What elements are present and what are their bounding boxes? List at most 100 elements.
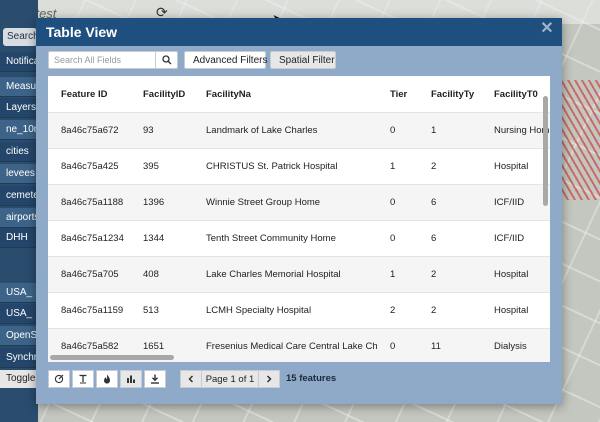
table-cell: Hospital bbox=[481, 256, 550, 293]
column-header[interactable]: Feature ID bbox=[48, 76, 130, 113]
table-cell: 2 bbox=[418, 292, 481, 329]
text-button[interactable] bbox=[72, 370, 94, 388]
table-cell: Lake Charles Memorial Hospital bbox=[193, 256, 377, 293]
attribute-table: Feature ID FacilityID FacilityNa Tier Facili… bbox=[48, 76, 550, 362]
table-row[interactable]: 8a46c75a672 93 Landmark of Lake Charles 0 1 N… bbox=[48, 112, 550, 149]
heatmap-button[interactable] bbox=[96, 370, 118, 388]
column-header[interactable]: FacilityNa bbox=[193, 76, 377, 113]
sidebar-item[interactable]: DHH bbox=[0, 228, 38, 248]
table-cell: 8a46c75a705 bbox=[48, 256, 130, 293]
table-cell: 395 bbox=[130, 148, 193, 185]
table-row[interactable]: 8a46c75a425 395 CHRISTUS St. Patrick Hospi… bbox=[48, 148, 550, 185]
table-cell: 8a46c75a672 bbox=[48, 112, 130, 149]
table-cell: 513 bbox=[130, 292, 193, 329]
sidebar-search-button[interactable]: Search bbox=[3, 28, 39, 46]
advanced-filters-button[interactable]: Advanced Filters bbox=[184, 51, 267, 69]
search-icon bbox=[161, 55, 171, 65]
table-cell: 0 bbox=[377, 328, 418, 362]
search-all-fields-box[interactable] bbox=[48, 51, 156, 69]
download-button[interactable] bbox=[144, 370, 166, 388]
table-cell: Fresenius Medical Care Central Lake Char… bbox=[193, 328, 377, 362]
table-cell: 1396 bbox=[130, 184, 193, 221]
next-page-button[interactable] bbox=[258, 370, 280, 388]
previous-page-button[interactable] bbox=[180, 370, 202, 388]
table-cell: Hospital bbox=[481, 292, 550, 329]
column-header[interactable]: Tier bbox=[377, 76, 418, 113]
table-row[interactable]: 8a46c75a705 408 Lake Charles Memorial Hosp… bbox=[48, 256, 550, 293]
sidebar-item[interactable]: Synchronize bbox=[0, 348, 38, 368]
sidebar-item[interactable]: levees bbox=[0, 164, 38, 184]
sidebar-item[interactable]: cemeteries bbox=[0, 186, 38, 206]
table-cell: Tenth Street Community Home bbox=[193, 220, 377, 257]
vertical-scrollbar[interactable] bbox=[543, 96, 548, 206]
page-indicator: Page 1 of 1 bbox=[202, 370, 258, 388]
chevron-right-icon bbox=[266, 375, 272, 383]
table-cell: 6 bbox=[418, 220, 481, 257]
sidebar-item[interactable]: cities bbox=[0, 142, 38, 162]
table-cell: 2 bbox=[418, 148, 481, 185]
sidebar-item[interactable]: Layers bbox=[0, 98, 38, 118]
download-icon bbox=[151, 374, 159, 384]
table-cell: 0 bbox=[377, 112, 418, 149]
column-header[interactable]: FacilityTy bbox=[418, 76, 481, 113]
table-cell: 1 bbox=[377, 256, 418, 293]
table-cell: ICF/IID bbox=[481, 220, 550, 257]
table-cell: 0 bbox=[377, 184, 418, 221]
modal-header: Table View ✕ bbox=[36, 18, 562, 46]
table-cell: 1 bbox=[377, 148, 418, 185]
table-cell: Winnie Street Group Home bbox=[193, 184, 377, 221]
close-icon[interactable]: ✕ bbox=[540, 21, 554, 37]
edit-icon bbox=[54, 374, 64, 384]
sidebar-item[interactable]: Notifications bbox=[0, 52, 38, 72]
table-cell: Dialysis bbox=[481, 328, 550, 362]
sidebar-item[interactable]: USA_ bbox=[0, 283, 38, 303]
table-cell: 408 bbox=[130, 256, 193, 293]
sidebar-item[interactable]: ne_10m bbox=[0, 120, 38, 140]
sidebar-item[interactable]: airports bbox=[0, 208, 38, 228]
column-header[interactable]: FacilityT0 bbox=[481, 76, 550, 113]
table-cell: LCMH Specialty Hospital bbox=[193, 292, 377, 329]
sidebar-item[interactable]: OpenStreetMap bbox=[0, 326, 38, 346]
text-icon bbox=[79, 374, 87, 384]
table-footer: Page 1 of 1 15 features bbox=[48, 370, 550, 388]
modal-title: Table View bbox=[46, 24, 118, 40]
sidebar-item[interactable]: USA_ bbox=[0, 304, 38, 324]
table-row[interactable]: 8a46c75a1234 1344 Tenth Street Community H… bbox=[48, 220, 550, 257]
table-cell: 8a46c75a1234 bbox=[48, 220, 130, 257]
edit-button[interactable] bbox=[48, 370, 70, 388]
table-cell: 8a46c75a1159 bbox=[48, 292, 130, 329]
feature-count: 15 features bbox=[286, 373, 337, 384]
table-cell: 6 bbox=[418, 184, 481, 221]
table-cell: Hospital bbox=[481, 148, 550, 185]
table-cell: 8a46c75a425 bbox=[48, 148, 130, 185]
table-cell: 0 bbox=[377, 220, 418, 257]
table-header-row: Feature ID FacilityID FacilityNa Tier Facili… bbox=[48, 76, 550, 113]
table-cell: 1 bbox=[418, 112, 481, 149]
table-row[interactable]: 8a46c75a1159 513 LCMH Specialty Hospital 2 2… bbox=[48, 292, 550, 329]
table-cell: 11 bbox=[418, 328, 481, 362]
table-cell: Nursing Hom bbox=[481, 112, 550, 149]
chart-icon bbox=[127, 375, 135, 383]
table-cell: 8a46c75a1188 bbox=[48, 184, 130, 221]
toggle-button[interactable]: Toggle bbox=[0, 370, 38, 388]
fire-icon bbox=[104, 374, 110, 384]
table-cell: 2 bbox=[418, 256, 481, 293]
table-cell: Landmark of Lake Charles bbox=[193, 112, 377, 149]
map-road-overlay bbox=[560, 80, 600, 200]
horizontal-scrollbar[interactable] bbox=[50, 355, 174, 360]
attribute-table-container[interactable]: Feature ID FacilityID FacilityNa Tier Facili… bbox=[48, 76, 550, 362]
search-button[interactable] bbox=[156, 51, 178, 69]
column-header[interactable]: FacilityID bbox=[130, 76, 193, 113]
table-cell: 2 bbox=[377, 292, 418, 329]
spatial-filter-button[interactable]: Spatial Filter bbox=[270, 51, 336, 69]
search-input[interactable] bbox=[49, 52, 155, 68]
chart-button[interactable] bbox=[120, 370, 142, 388]
table-row[interactable]: 8a46c75a1188 1396 Winnie Street Group Home… bbox=[48, 184, 550, 221]
table-cell: CHRISTUS St. Patrick Hospital bbox=[193, 148, 377, 185]
table-view-modal: Table View ✕ Advanced Filters Spatial Fi… bbox=[36, 18, 562, 404]
sidebar-item[interactable]: Measure bbox=[0, 77, 38, 97]
chevron-left-icon bbox=[188, 375, 194, 383]
table-cell: ICF/IID bbox=[481, 184, 550, 221]
table-cell: 93 bbox=[130, 112, 193, 149]
table-cell: 1344 bbox=[130, 220, 193, 257]
